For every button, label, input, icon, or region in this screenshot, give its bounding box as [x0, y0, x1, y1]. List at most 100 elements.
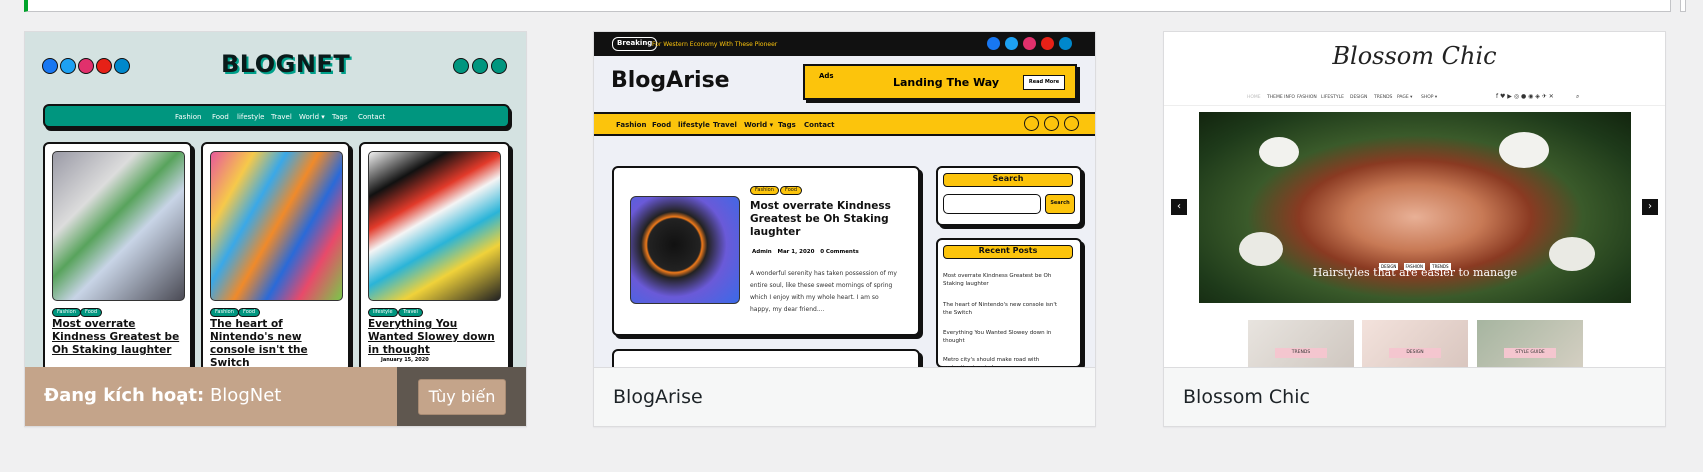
admin-notice-bar: [24, 0, 1671, 12]
telegram-icon: [114, 58, 130, 74]
post-date: January 15, 2020: [381, 357, 429, 363]
nav-item: Travel: [713, 121, 737, 129]
menu-item: SHOP ▾: [1421, 95, 1438, 100]
recent-post: The heart of Nintendo's new console isn'…: [943, 302, 1057, 316]
theme-name-text: BlogNet: [209, 385, 282, 406]
nav-item: lifestyle: [678, 121, 710, 129]
theme-footer: BlogArise: [594, 367, 1095, 426]
nav-item: Travel: [271, 113, 292, 121]
facebook-icon: [42, 58, 58, 74]
post-tag: Travel: [398, 308, 423, 317]
search-input: [943, 194, 1041, 214]
menu-item: PAGE ▾: [1397, 95, 1413, 100]
blognet-nav: Fashion Food lifestyle Travel World ▾ Ta…: [43, 104, 510, 128]
chevron-left-icon: ‹: [1171, 199, 1187, 215]
post-tag: lifestyle: [368, 308, 398, 317]
nav-item: Contact: [358, 113, 386, 121]
nav-item: World ▾: [744, 121, 774, 129]
post-title: Most overrate Kindness Greatest be Oh St…: [750, 200, 891, 238]
theme-screenshot[interactable]: Breaking For Western Economy With These …: [594, 32, 1095, 367]
ad-text: Landing The Way: [893, 76, 1000, 89]
menu-item: LIFESTYLE: [1321, 95, 1344, 100]
search-icon: [1024, 116, 1039, 131]
active-label: Đang kích hoạt:: [44, 385, 205, 406]
nav-item: lifestyle: [237, 113, 265, 121]
thumb-card: STYLE GUIDE: [1477, 320, 1583, 367]
hero-slide: DESIGN FASHION TRENDS Hairstyles that ar…: [1199, 112, 1631, 303]
nav-item: Food: [652, 121, 672, 129]
post-card: Fashion Food The heart of Nintendo's new…: [201, 142, 350, 367]
thumb-badge: TRENDS: [1275, 348, 1327, 358]
post-comments: 0 Comments: [820, 249, 859, 255]
blossom-logo: Blossom Chic: [1332, 42, 1497, 70]
post-image: [368, 151, 501, 301]
youtube-icon: [96, 58, 112, 74]
theme-actions: Tùy biến: [397, 367, 526, 426]
theme-card-blogarise[interactable]: Breaking For Western Economy With These …: [593, 31, 1096, 427]
post-image: [210, 151, 343, 301]
nav-item: Tags: [332, 113, 348, 121]
search-icon: ⌕: [1576, 93, 1580, 100]
theme-screenshot[interactable]: BLOGNET Fashion Food lifestyle Travel Wo…: [25, 32, 526, 367]
blognet-logo: BLOGNET: [221, 50, 351, 78]
post-tag: Food: [80, 308, 102, 317]
post-card: Fashion Food Most overrate Kindness Grea…: [43, 142, 192, 367]
post-title: Everything You Wanted Slowey down in tho…: [368, 318, 495, 356]
recent-post: Most overrate Kindness Greatest be Oh St…: [943, 273, 1052, 287]
menu-item: DESIGN: [1350, 95, 1368, 100]
post-card: lifestyle Travel Everything You Wanted S…: [359, 142, 510, 367]
search-widget: Search Search: [936, 166, 1082, 226]
theme-card-blognet[interactable]: BLOGNET Fashion Food lifestyle Travel Wo…: [24, 31, 527, 427]
theme-name: BlogArise: [613, 386, 703, 408]
post-title: Most overrate Kindness Greatest be Oh St…: [52, 318, 180, 356]
post-tag: Fashion: [52, 308, 81, 317]
recent-posts-widget: Recent Posts Most overrate Kindness Grea…: [936, 238, 1082, 367]
twitter-icon: [60, 58, 76, 74]
post-date: Mar 1, 2020: [777, 249, 815, 255]
blogarise-logo: BlogArise: [611, 68, 730, 93]
post-excerpt: A wonderful serenity has taken possessio…: [750, 270, 897, 313]
second-post: [612, 349, 920, 367]
recent-post: Everything You Wanted Slowey down in tho…: [943, 330, 1052, 344]
menu-item: HOME: [1247, 95, 1261, 100]
theme-footer: Blossom Chic: [1164, 367, 1665, 426]
menu-item: THEME INFO: [1267, 95, 1295, 100]
breaking-label: Breaking: [612, 37, 658, 51]
thumb-card: DESIGN: [1362, 320, 1468, 367]
bell-icon: [1044, 116, 1059, 131]
customize-button[interactable]: Tùy biến: [418, 379, 506, 415]
post-tag: Fashion: [210, 308, 239, 317]
post-image: [52, 151, 185, 301]
nav-item: Tags: [778, 121, 796, 129]
post-author: Admin: [752, 249, 772, 255]
post-tag: Food: [780, 186, 802, 195]
moon-icon: [491, 58, 507, 74]
recent-post: Metro city's should make road with prote…: [943, 357, 1040, 367]
hero-title: Hairstyles that are easier to manage: [1312, 266, 1518, 279]
social-icons: f ♥ ▶ ◎ ● ◉ ◈ ✈ ✕: [1496, 93, 1554, 100]
chevron-right-icon: ›: [1642, 199, 1658, 215]
menu-item: TRENDS: [1374, 95, 1393, 100]
moon-icon: [1064, 116, 1079, 131]
nav-item: Fashion: [616, 121, 647, 129]
ad-label: Ads: [819, 72, 834, 80]
post-meta: Admin Mar 1, 2020 0 Comments: [752, 249, 859, 255]
thumb-badge: STYLE GUIDE: [1504, 348, 1556, 358]
theme-name: Blossom Chic: [1183, 386, 1310, 408]
facebook-icon: [987, 37, 1000, 50]
notice-bar-edge: [1680, 0, 1686, 12]
theme-footer: Đang kích hoạt: BlogNet Tùy biến: [25, 367, 526, 426]
featured-post: Fashion Food Most overrate Kindness Grea…: [612, 166, 920, 336]
blogarise-nav: Fashion Food lifestyle Travel World ▾ Ta…: [594, 112, 1095, 136]
search-button: Search: [1045, 194, 1075, 214]
post-tag: Food: [238, 308, 260, 317]
thumb-badge: DESIGN: [1389, 348, 1441, 358]
theme-screenshot[interactable]: Blossom Chic HOME THEME INFO FASHION LIF…: [1164, 32, 1665, 367]
ad-banner: Ads Landing The Way Read More: [803, 64, 1077, 100]
theme-card-blossom-chic[interactable]: Blossom Chic HOME THEME INFO FASHION LIF…: [1163, 31, 1666, 427]
twitter-icon: [1005, 37, 1018, 50]
theme-name: Đang kích hoạt: BlogNet: [44, 385, 281, 406]
thumb-card: TRENDS: [1248, 320, 1354, 367]
youtube-icon: [1041, 37, 1054, 50]
nav-item: Contact: [804, 121, 835, 129]
